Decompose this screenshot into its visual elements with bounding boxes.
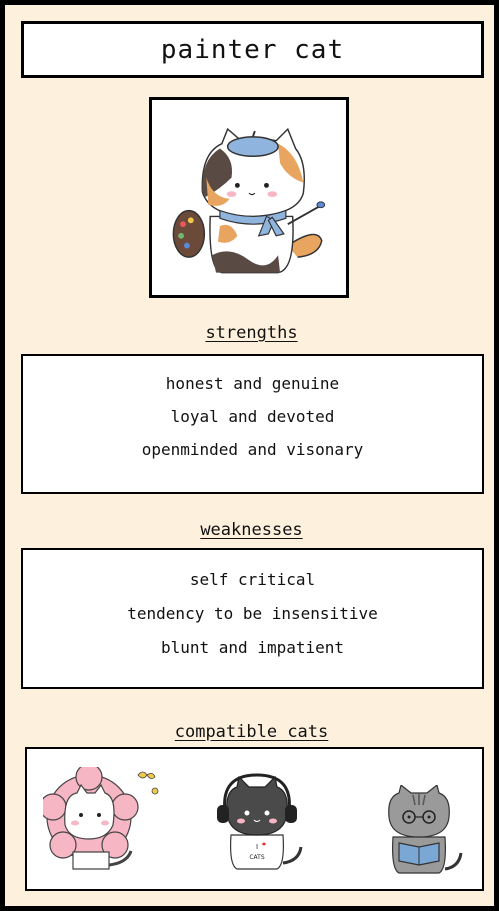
page-title: painter cat bbox=[160, 34, 345, 65]
compatible-heading: compatible cats bbox=[174, 722, 329, 742]
shirt-text-cats: CATS bbox=[249, 854, 264, 861]
compatible-cats-box: I CATS bbox=[25, 747, 484, 891]
title-box: painter cat bbox=[21, 21, 484, 78]
weakness-item: tendency to be insensitive bbox=[127, 604, 378, 623]
painter-cat-portrait bbox=[149, 97, 349, 298]
strength-item: openminded and visonary bbox=[141, 440, 364, 459]
profile-card: painter cat strengths honest and genuine… bbox=[3, 3, 496, 908]
reading-cat-icon bbox=[388, 785, 463, 874]
strength-item: loyal and devoted bbox=[170, 407, 335, 426]
painter-cat-illustration bbox=[172, 127, 326, 274]
strengths-heading: strengths bbox=[205, 323, 298, 343]
weaknesses-box: self critical tendency to be insensitive… bbox=[21, 548, 484, 689]
weakness-item: blunt and impatient bbox=[160, 638, 345, 657]
headphones-cat-icon: I CATS bbox=[217, 773, 303, 870]
strengths-box: honest and genuine loyal and devoted ope… bbox=[21, 354, 484, 494]
weaknesses-heading: weaknesses bbox=[200, 520, 303, 540]
weakness-item: self critical bbox=[189, 570, 316, 589]
strength-item: honest and genuine bbox=[165, 374, 340, 393]
flower-cat-icon bbox=[43, 767, 159, 870]
shirt-text-i: I bbox=[256, 843, 258, 851]
